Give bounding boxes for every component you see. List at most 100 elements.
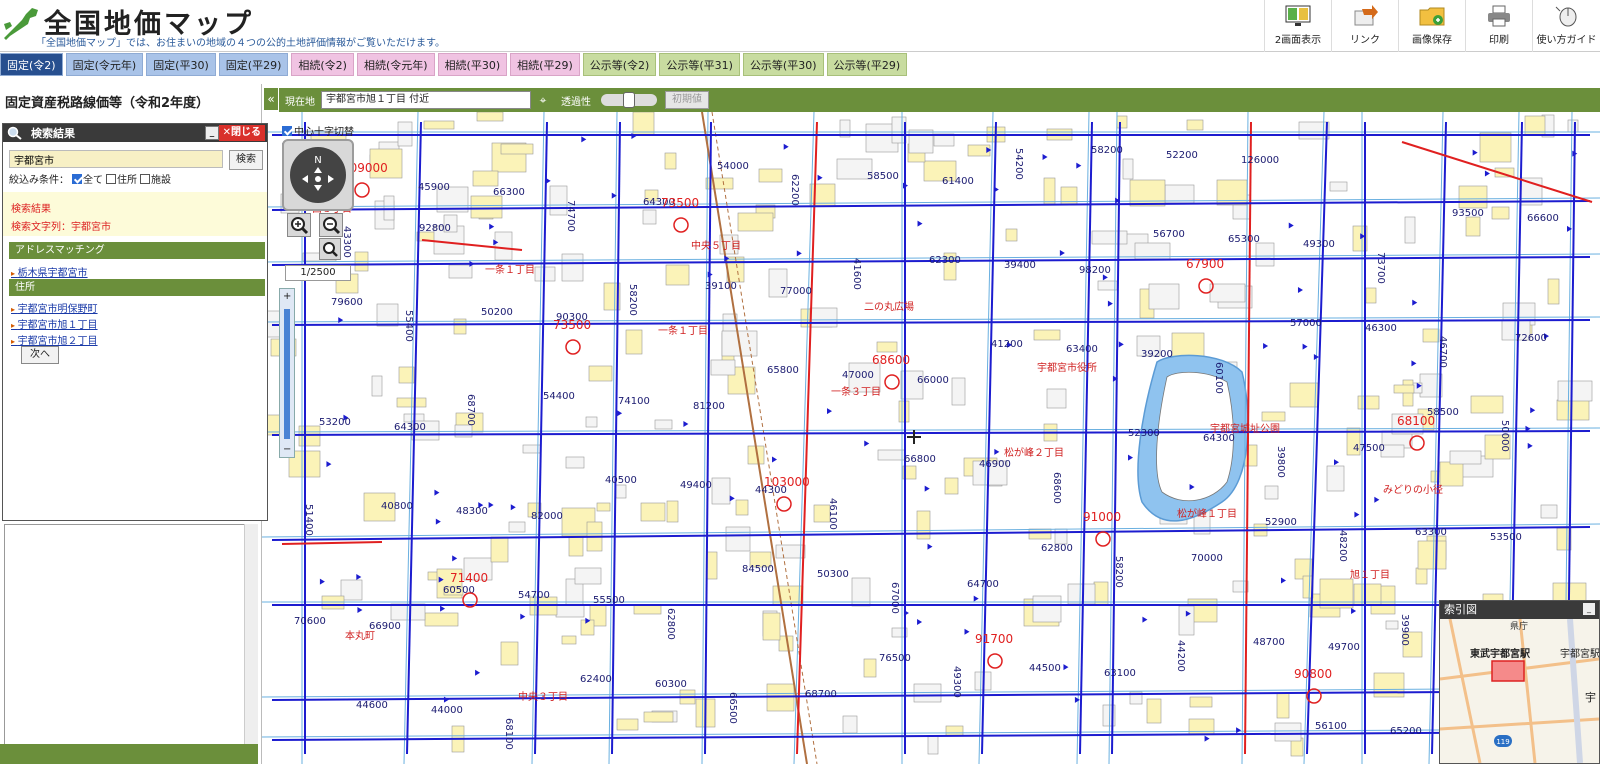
result-link-asahi2[interactable]: 宇都宮市旭２丁目 — [11, 332, 98, 347]
price-label-blue: 39800 — [1275, 446, 1286, 478]
tab-sozoku-h29[interactable]: 相続(平29) — [510, 53, 580, 76]
building — [574, 567, 602, 585]
center-cross-toggle[interactable]: 中心十字切替 — [280, 123, 354, 138]
price-label-blue: 60500 — [443, 585, 475, 596]
zoom-out-button[interactable] — [319, 213, 343, 237]
building — [1357, 395, 1380, 410]
place-name-label: 松が峰１丁目 — [1177, 507, 1237, 520]
price-label-blue: 40800 — [381, 501, 413, 512]
zoom-in-button[interactable] — [287, 213, 311, 237]
slider-knob[interactable] — [623, 92, 635, 108]
search-button[interactable]: 検索 — [229, 150, 263, 170]
index-label-tobu: 東武宇都宮駅 — [1470, 647, 1531, 660]
tab-kotei-h29[interactable]: 固定(平29) — [218, 53, 289, 76]
tab-sozoku-r1[interactable]: 相続(令元年) — [356, 53, 435, 76]
building — [842, 715, 858, 734]
tab-koji-h30[interactable]: 公示等(平30) — [742, 53, 824, 76]
map-svg[interactable]: 9250092800903008120046100647006310012600… — [262, 112, 1600, 764]
zoom-slider[interactable]: + − — [279, 288, 295, 458]
building — [1439, 461, 1464, 487]
building — [476, 112, 504, 122]
price-label-blue: 74100 — [618, 396, 650, 407]
link-button[interactable]: リンク — [1331, 0, 1398, 52]
tab-kotei-r2[interactable]: 固定(令2) — [0, 53, 63, 76]
two-screen-button[interactable]: 2画面表示 — [1264, 0, 1331, 52]
filter-facility-checkbox[interactable] — [140, 173, 150, 184]
price-label-blue: 49700 — [1328, 642, 1360, 653]
price-label-blue: 54000 — [717, 161, 749, 172]
transparency-slider[interactable] — [601, 92, 657, 108]
price-label-blue: 46300 — [1365, 323, 1397, 334]
print-label: 印刷 — [1489, 35, 1509, 46]
next-button[interactable]: 次へ — [21, 346, 59, 364]
building — [615, 484, 627, 499]
pan-control[interactable]: N — [282, 139, 354, 211]
price-label-blue: 47500 — [1353, 443, 1385, 454]
price-label-blue: 58500 — [867, 171, 899, 182]
price-label-blue: 63300 — [1415, 527, 1447, 538]
map-canvas[interactable]: 9250092800903008120046100647006310012600… — [262, 112, 1600, 764]
tab-sozoku-h30[interactable]: 相続(平30) — [437, 53, 508, 76]
price-label-blue: 46900 — [979, 459, 1011, 470]
tab-koji-r2[interactable]: 公示等(令2) — [582, 53, 657, 76]
guide-button[interactable]: 使い方ガイド — [1532, 0, 1600, 52]
price-label-blue: 65800 — [767, 365, 799, 376]
price-label-blue: 46100 — [827, 498, 838, 530]
index-map-header[interactable]: 索引図 _ — [1440, 601, 1599, 619]
building — [561, 253, 584, 282]
index-map-minimize[interactable]: _ — [1583, 603, 1595, 615]
building — [549, 185, 568, 216]
place-name-label: 一条３丁目 — [831, 385, 881, 398]
crosshair-icon[interactable]: ⌖ — [535, 92, 551, 108]
building — [1097, 280, 1118, 291]
index-label-utsunomiya-station: 宇都宮駅 — [1560, 647, 1599, 660]
zoom-track[interactable] — [284, 309, 290, 439]
result-link-myobono[interactable]: 宇都宮市明保野町 — [11, 300, 98, 315]
building — [1479, 132, 1512, 163]
price-label-blue: 50200 — [481, 307, 513, 318]
tab-kotei-r1[interactable]: 固定(令元年) — [65, 53, 144, 76]
place-name-label: 旭１丁目 — [1350, 569, 1390, 581]
price-label-blue: 52200 — [1166, 150, 1198, 161]
print-button[interactable]: 印刷 — [1465, 0, 1532, 52]
price-label-blue: 48700 — [1253, 637, 1285, 648]
close-button[interactable]: ✕閉じる — [218, 125, 265, 141]
tab-koji-h31[interactable]: 公示等(平31) — [659, 53, 740, 76]
collapse-panel-button[interactable]: « — [264, 88, 278, 110]
filter-all-checkbox[interactable] — [72, 173, 82, 184]
filter-address-checkbox[interactable] — [106, 173, 116, 184]
building — [725, 526, 751, 552]
price-label-blue: 66300 — [493, 187, 525, 198]
result-link-asahi1[interactable]: 宇都宮市旭１丁目 — [11, 316, 98, 331]
location-label: 現在地 — [285, 96, 315, 108]
building — [1491, 206, 1510, 220]
reset-button[interactable]: 初期値 — [665, 91, 709, 109]
index-map-view[interactable]: 県庁 東武宇都宮駅 宇都宮駅 宇 119 — [1439, 618, 1600, 764]
zoom-plus-icon[interactable]: + — [283, 291, 291, 302]
magnifier-icon — [7, 126, 22, 140]
price-label-blue: 66000 — [917, 375, 949, 386]
search-area-button[interactable] — [319, 238, 341, 260]
pan-control-disc[interactable]: N — [290, 147, 346, 203]
location-bar: 現在地 宇都宮市旭１丁目 付近 ⌖ 透過性 初期値 — [279, 88, 1600, 112]
building — [1274, 722, 1302, 742]
save-image-button[interactable]: 画像保存 — [1398, 0, 1465, 52]
building — [1189, 696, 1213, 708]
result-link-tochigi[interactable]: 栃木県宇都宮市 — [11, 264, 88, 279]
search-input[interactable] — [9, 150, 223, 168]
location-field[interactable]: 宇都宮市旭１丁目 付近 — [321, 91, 531, 109]
center-cross-checkbox[interactable] — [282, 125, 292, 136]
tab-kotei-h30[interactable]: 固定(平30) — [146, 53, 216, 76]
price-label-blue: 62800 — [1041, 543, 1073, 554]
panel-scrollbar[interactable] — [244, 524, 258, 762]
price-label-blue: 66800 — [904, 454, 936, 465]
minimize-button[interactable]: _ — [205, 126, 219, 140]
tab-sozoku-r2[interactable]: 相続(令2) — [291, 53, 354, 76]
tab-koji-h29[interactable]: 公示等(平29) — [826, 53, 908, 76]
building — [588, 365, 613, 382]
search-window-header[interactable]: 検索結果 _ ✕閉じる — [3, 124, 267, 142]
building — [470, 195, 503, 219]
price-label-blue: 81200 — [693, 401, 725, 412]
zoom-minus-icon[interactable]: − — [283, 444, 291, 455]
building — [710, 359, 736, 376]
